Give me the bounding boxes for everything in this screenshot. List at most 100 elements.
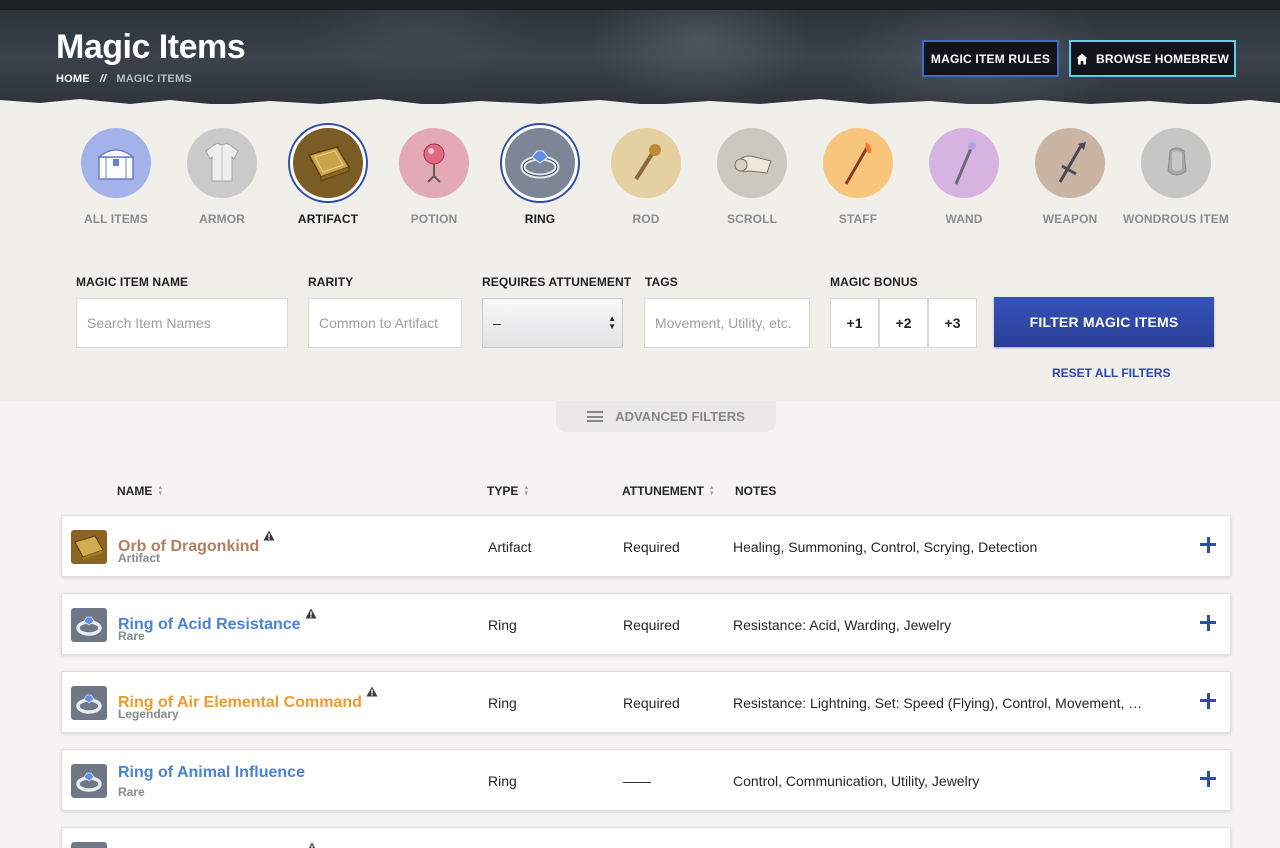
item-attunement: Required [623, 617, 680, 633]
category-artifact[interactable]: ARTIFACT [275, 120, 381, 226]
item-attunement: Required [623, 695, 680, 711]
magic-item-rules-label: MAGIC ITEM RULES [930, 51, 1051, 66]
item-name[interactable]: Ring of Animal Influence [118, 764, 305, 782]
attunement-select[interactable]: – ▲ ▼ [482, 298, 623, 348]
category-label: WONDROUS ITEM [1123, 212, 1229, 226]
category-ring[interactable]: RING [487, 120, 593, 226]
expand-plus-icon[interactable] [1200, 770, 1218, 788]
tags-input[interactable]: Movement, Utility, etc. [644, 298, 810, 348]
home-icon [1076, 53, 1088, 64]
ring-thumb-icon [71, 686, 107, 720]
item-type: Ring [488, 617, 517, 633]
bonus-plus-3-button[interactable]: +3 [928, 298, 977, 348]
staff-icon [823, 128, 893, 198]
table-row[interactable]: Ring of Air Elemental Command Legendary … [61, 671, 1231, 733]
warning-icon [309, 842, 316, 848]
category-label: ARMOR [199, 212, 245, 226]
column-header-notes: NOTES [735, 484, 776, 498]
attunement-select-value: – [493, 315, 501, 331]
expand-plus-icon[interactable] [1200, 536, 1218, 554]
category-all-items[interactable]: ALL ITEMS [63, 120, 169, 226]
table-row[interactable]: Orb of Dragonkind Artifact Artifact Requ… [61, 515, 1231, 577]
table-row[interactable]: Ring of Cold Resistance Rare Ring Requir… [61, 827, 1231, 848]
expand-plus-icon[interactable] [1200, 614, 1218, 632]
breadcrumb-separator: // [99, 73, 107, 85]
item-name-input[interactable]: Search Item Names [76, 298, 288, 348]
item-name[interactable]: Ring of Acid Resistance [118, 608, 317, 634]
category-scroll[interactable]: SCROLL [699, 120, 805, 226]
magic-item-rules-button[interactable]: MAGIC ITEM RULES [922, 40, 1059, 77]
warning-icon [263, 530, 275, 541]
breadcrumb-current: MAGIC ITEMS [116, 73, 192, 85]
category-label: WEAPON [1042, 212, 1098, 226]
category-wand[interactable]: WAND [911, 120, 1017, 226]
warning-icon [366, 686, 378, 697]
category-label: WAND [945, 212, 983, 226]
breadcrumb-home[interactable]: HOME [56, 73, 90, 85]
category-potion[interactable]: POTION [381, 120, 487, 226]
column-header-label: NOTES [735, 484, 777, 498]
item-type: Ring [488, 695, 517, 711]
page-title: Magic Items [56, 28, 246, 66]
category-wondrous-item[interactable]: WONDROUS ITEM [1123, 120, 1229, 226]
category-label: ROD [632, 212, 660, 226]
attunement-filter-label: REQUIRES ATTUNEMENT [482, 275, 632, 289]
item-notes: Healing, Summoning, Control, Scrying, De… [733, 539, 1038, 555]
category-staff[interactable]: STAFF [805, 120, 911, 226]
column-header-label: NAME [117, 484, 153, 498]
potion-icon [399, 128, 469, 198]
warning-icon [305, 608, 317, 619]
breadcrumb: HOME // MAGIC ITEMS [56, 73, 192, 85]
item-notes: Resistance: Acid, Warding, Jewelry [733, 617, 952, 633]
wondrous-icon [1141, 128, 1211, 198]
browse-homebrew-button[interactable]: BROWSE HOMEBREW [1069, 40, 1236, 77]
column-header-name[interactable]: NAME ▲ ▼ [117, 484, 163, 498]
category-rod[interactable]: ROD [593, 120, 699, 226]
ring-thumb-icon [71, 764, 107, 798]
category-label: STAFF [838, 212, 878, 226]
item-name-text: Ring of Acid Resistance [118, 616, 301, 633]
bonus-plus-2-button[interactable]: +2 [879, 298, 928, 348]
advanced-filters-toggle[interactable]: ADVANCED FILTERS [556, 401, 776, 432]
category-label: SCROLL [727, 212, 777, 226]
column-header-type[interactable]: TYPE ▲ ▼ [487, 484, 529, 498]
category-weapon[interactable]: WEAPON [1017, 120, 1123, 226]
item-thumbnail [71, 842, 107, 848]
item-rarity: Artifact [118, 551, 161, 565]
filter-magic-items-button[interactable]: FILTER MAGIC ITEMS [994, 297, 1214, 347]
sort-icon: ▲ ▼ [708, 485, 715, 497]
hamburger-icon [587, 411, 604, 422]
tags-filter-label: TAGS [645, 275, 678, 289]
item-name[interactable]: Ring of Cold Resistance [118, 842, 318, 848]
table-row[interactable]: Ring of Animal Influence Rare Ring —— Co… [61, 749, 1231, 811]
weapon-icon [1035, 128, 1105, 198]
ring-icon [500, 123, 580, 203]
item-rarity: Legendary [118, 707, 179, 721]
bonus-plus-1-button[interactable]: +1 [830, 298, 879, 348]
category-armor[interactable]: ARMOR [169, 120, 275, 226]
item-attunement: —— [623, 773, 651, 789]
wand-icon [929, 128, 999, 198]
expand-plus-icon[interactable] [1200, 692, 1218, 710]
item-rarity: Rare [118, 629, 145, 643]
reset-all-filters-link[interactable]: RESET ALL FILTERS [1052, 366, 1170, 380]
browse-homebrew-label: BROWSE HOMEBREW [1096, 51, 1229, 66]
scroll-icon [717, 128, 787, 198]
top-strip [0, 0, 1280, 10]
item-attunement: Required [623, 539, 680, 555]
chest-icon [81, 128, 151, 198]
category-label: ALL ITEMS [83, 212, 148, 226]
column-header-label: TYPE [487, 484, 519, 498]
item-thumbnail [71, 530, 107, 564]
category-bar: ALL ITEMS ARMOR ARTIFACT POTION RING ROD… [0, 120, 1280, 230]
advanced-filters-label: ADVANCED FILTERS [615, 409, 745, 424]
column-header-attunement[interactable]: ATTUNEMENT ▲ ▼ [622, 484, 715, 498]
ring-thumb-icon [71, 842, 107, 848]
category-label: ARTIFACT [297, 212, 359, 226]
rarity-filter-label: RARITY [308, 275, 354, 289]
item-thumbnail [71, 764, 107, 798]
table-row[interactable]: Ring of Acid Resistance Rare Ring Requir… [61, 593, 1231, 655]
rarity-input[interactable]: Common to Artifact [308, 298, 462, 348]
armor-icon [187, 128, 257, 198]
item-notes: Resistance: Lightning, Set: Speed (Flyin… [733, 695, 1143, 711]
